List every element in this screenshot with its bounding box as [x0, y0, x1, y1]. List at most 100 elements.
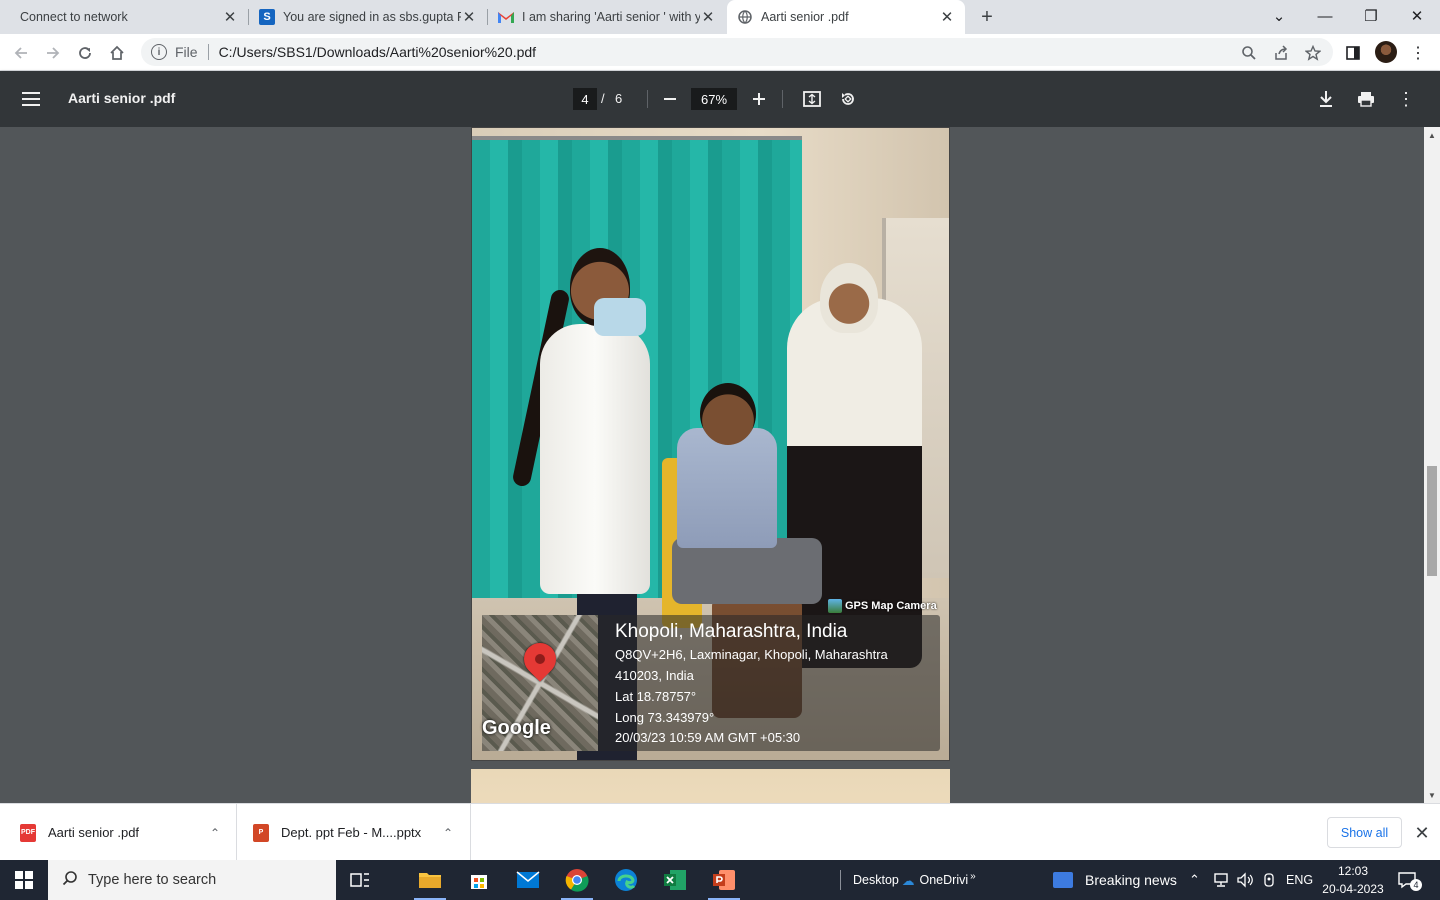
- tab-connect-to-network[interactable]: Connect to network ✕: [0, 0, 248, 34]
- scrollbar-thumb[interactable]: [1427, 466, 1437, 576]
- bookmark-star-icon[interactable]: [1300, 40, 1326, 66]
- close-icon[interactable]: ✕: [461, 9, 477, 26]
- pdf-viewer[interactable]: GPS Map Camera Google Khopoli, Maharasht…: [0, 127, 1440, 803]
- excel-icon[interactable]: [651, 860, 699, 900]
- gmail-icon: [498, 9, 514, 25]
- gps-address-line2: 410203, India: [615, 668, 694, 683]
- zoom-level-input[interactable]: 67%: [691, 88, 737, 110]
- zoom-out-icon[interactable]: [658, 87, 682, 111]
- browser-menu-icon[interactable]: ⋮: [1405, 40, 1431, 66]
- toolbar-divider: [647, 90, 648, 108]
- side-panel-icon[interactable]: [1340, 40, 1366, 66]
- chevron-double-right-icon[interactable]: »: [970, 871, 976, 882]
- close-icon[interactable]: ✕: [700, 9, 716, 26]
- address-bar[interactable]: i File C:/Users/SBS1/Downloads/Aarti%20s…: [141, 38, 1333, 66]
- download-item-pptx[interactable]: P Dept. ppt Feb - M....pptx ⌃: [253, 804, 458, 861]
- pdf-sidebar-menu-icon[interactable]: [22, 87, 46, 111]
- news-widget[interactable]: Breaking news: [1053, 860, 1177, 900]
- tray-overflow-chevron-icon[interactable]: ⌃: [1189, 860, 1200, 900]
- forward-arrow-icon[interactable]: [40, 40, 66, 66]
- show-all-button[interactable]: Show all: [1327, 817, 1402, 848]
- tab-signed-in[interactable]: S You are signed in as sbs.gupta Re ✕: [249, 0, 487, 34]
- search-placeholder: Type here to search: [88, 872, 217, 888]
- clock-time: 12:03: [1337, 864, 1369, 878]
- photo-nurse: [540, 324, 650, 594]
- reload-icon[interactable]: [72, 40, 98, 66]
- fit-to-page-icon[interactable]: [800, 87, 824, 111]
- photo-woman-head: [820, 263, 878, 333]
- photo-boy-head: [700, 383, 756, 445]
- pdf-more-icon[interactable]: ⋮: [1394, 87, 1418, 111]
- edge-icon[interactable]: [602, 860, 650, 900]
- download-icon[interactable]: [1314, 87, 1338, 111]
- window-close-icon[interactable]: ✕: [1394, 0, 1440, 32]
- task-view-icon[interactable]: [336, 860, 384, 900]
- powerpoint-icon[interactable]: [700, 860, 748, 900]
- chevron-up-icon[interactable]: ⌃: [438, 823, 458, 843]
- url-separator: [207, 44, 209, 60]
- mail-icon[interactable]: [504, 860, 552, 900]
- pdf-file-icon: PDF: [20, 823, 36, 842]
- close-icon[interactable]: ✕: [222, 9, 238, 26]
- tab-gmail-sharing[interactable]: I am sharing 'Aarti senior ' with y ✕: [488, 0, 726, 34]
- pdf-title: Aarti senior .pdf: [68, 90, 176, 106]
- photo-mask: [594, 298, 646, 336]
- news-label: Breaking news: [1085, 872, 1177, 888]
- notification-count: 4: [1410, 879, 1422, 891]
- rotate-icon[interactable]: [836, 87, 860, 111]
- restore-icon[interactable]: ❐: [1348, 0, 1394, 32]
- onedrive-label: OneDrivi: [919, 873, 969, 887]
- taskbar-search[interactable]: Type here to search: [48, 860, 336, 900]
- gps-city: Khopoli, Maharashtra, India: [615, 621, 848, 642]
- page-number-input[interactable]: 4: [573, 88, 597, 110]
- windows-taskbar: Type here to search Desktop ☁ OneDrivi »…: [0, 860, 1440, 900]
- close-icon[interactable]: ✕: [939, 9, 955, 26]
- language-indicator[interactable]: ENG: [1286, 860, 1313, 900]
- tab-aarti-senior-pdf[interactable]: Aarti senior .pdf ✕: [727, 0, 965, 34]
- new-tab-button[interactable]: +: [976, 6, 998, 28]
- pdf-toolbar: Aarti senior .pdf 4 / 6 67% ⋮: [0, 71, 1440, 127]
- profile-avatar[interactable]: [1375, 41, 1397, 63]
- network-icon[interactable]: [1212, 860, 1230, 900]
- download-separator: [236, 804, 237, 861]
- microsoft-store-icon[interactable]: [455, 860, 503, 900]
- volume-icon[interactable]: [1236, 860, 1254, 900]
- tab-title: Aarti senior .pdf: [761, 10, 849, 24]
- chrome-icon[interactable]: [553, 860, 601, 900]
- scroll-up-icon[interactable]: ▲: [1424, 128, 1440, 142]
- info-icon[interactable]: i: [151, 44, 167, 60]
- meet-now-icon[interactable]: [1261, 860, 1277, 900]
- back-arrow-icon[interactable]: [8, 40, 34, 66]
- zoom-magnifier-icon[interactable]: [1236, 40, 1262, 66]
- pdf-page-5: [471, 769, 950, 803]
- tab-strip: Connect to network ✕ S You are signed in…: [0, 0, 1440, 34]
- close-icon[interactable]: ✕: [1411, 822, 1433, 844]
- desktop-toolbar[interactable]: Desktop: [840, 860, 899, 900]
- downloads-bar: PDF Aarti senior .pdf ⌃ P Dept. ppt Feb …: [0, 803, 1440, 861]
- gps-brand-label: GPS Map Camera: [845, 600, 937, 612]
- notification-center-icon[interactable]: 4: [1398, 860, 1422, 900]
- clock-date: 20-04-2023: [1322, 882, 1384, 896]
- vertical-scrollbar[interactable]: [1424, 127, 1440, 803]
- zoom-in-icon[interactable]: [747, 87, 771, 111]
- download-item-name: Aarti senior .pdf: [48, 825, 140, 840]
- photo-boy: [677, 428, 777, 548]
- gps-longitude: Long 73.343979°: [615, 710, 715, 725]
- tab-search-chevron-icon[interactable]: ⌄: [1256, 0, 1302, 32]
- minimize-icon[interactable]: —: [1302, 0, 1348, 32]
- browser-toolbar: i File C:/Users/SBS1/Downloads/Aarti%20s…: [0, 34, 1440, 71]
- taskbar-clock[interactable]: 12:03 20-04-2023: [1314, 862, 1392, 898]
- gps-timestamp: 20/03/23 10:59 AM GMT +05:30: [615, 730, 801, 745]
- gps-brand: GPS Map Camera: [828, 599, 937, 613]
- gps-address-line1: Q8QV+2H6, Laxminagar, Khopoli, Maharasht…: [615, 647, 888, 662]
- file-explorer-icon[interactable]: [406, 860, 454, 900]
- home-icon[interactable]: [104, 40, 130, 66]
- download-item-pdf[interactable]: PDF Aarti senior .pdf ⌃: [20, 804, 225, 861]
- onedrive-toolbar[interactable]: ☁ OneDrivi »: [902, 860, 976, 900]
- print-icon[interactable]: [1354, 87, 1378, 111]
- chevron-up-icon[interactable]: ⌃: [205, 823, 225, 843]
- page-separator: /: [601, 91, 605, 106]
- windows-start-icon[interactable]: [0, 860, 48, 900]
- scroll-down-icon[interactable]: ▼: [1424, 788, 1440, 802]
- share-icon[interactable]: [1268, 40, 1294, 66]
